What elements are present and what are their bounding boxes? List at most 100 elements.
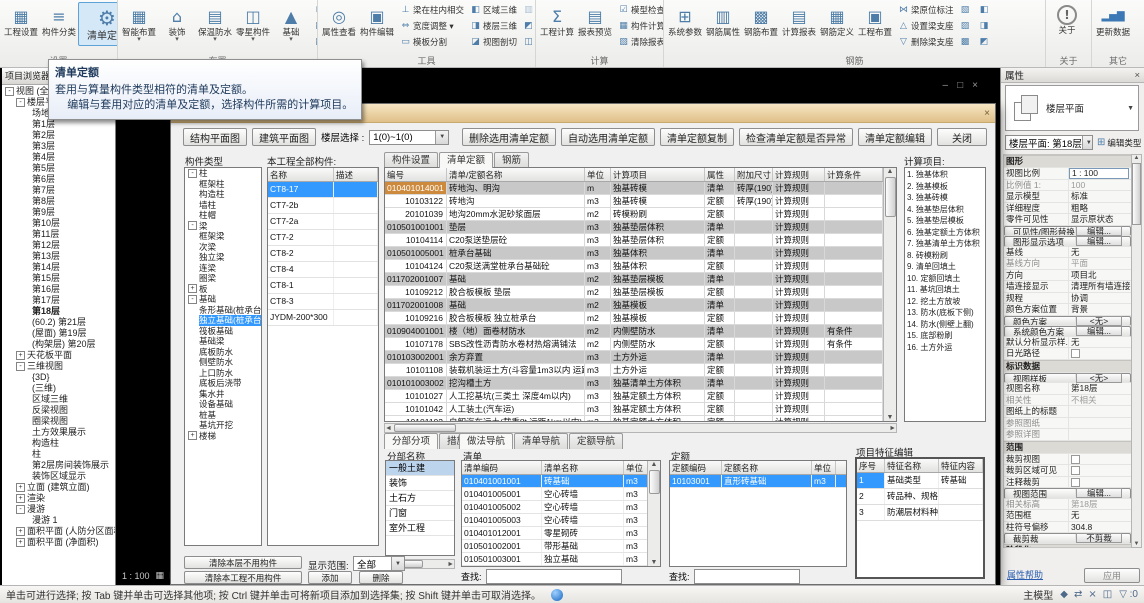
tree-item[interactable]: 框架柱 xyxy=(185,179,261,190)
calc-item[interactable]: 16. 土方外运 xyxy=(907,342,983,354)
component-row[interactable]: CT7-2 xyxy=(268,230,378,246)
restore-icon[interactable]: □ xyxy=(957,80,963,91)
expand-icon[interactable]: - xyxy=(188,221,197,230)
component-row[interactable]: CT8-4 xyxy=(268,262,378,278)
tree-item[interactable]: 圈梁视图 xyxy=(2,416,115,427)
quota-row[interactable]: 010501005001桩承台基础 m3独基体积 清单 计算规则 xyxy=(385,247,896,260)
tree-item[interactable]: +立面 (建筑立面) xyxy=(2,482,115,493)
feature-row[interactable]: 3防潮层材料种类 xyxy=(857,505,983,521)
tree-item[interactable]: (60.2) 第21层 xyxy=(2,317,115,328)
calc-item[interactable]: 5. 独基垫层模板 xyxy=(907,215,983,227)
tree-item[interactable]: 漫游 1 xyxy=(2,515,115,526)
quota-row[interactable]: 10103122砖地沟 m3独基砖模 定额砖厚(190) 计算规则 xyxy=(385,195,896,208)
tree-item[interactable]: 柱帽 xyxy=(185,210,261,221)
tree-item[interactable]: 第1层 xyxy=(2,119,115,130)
ribbon-small-button[interactable]: ▨ xyxy=(958,18,975,34)
tree-item[interactable]: 第13层 xyxy=(2,251,115,262)
ribbon-button[interactable]: ▲基础▾ xyxy=(272,2,310,46)
quota-find-input[interactable] xyxy=(694,569,800,584)
tree-item[interactable]: +楼梯 xyxy=(185,431,261,442)
tab-list-nav[interactable]: 清单导航 xyxy=(514,433,568,449)
expand-icon[interactable]: - xyxy=(16,505,25,514)
component-row[interactable]: CT8-1 xyxy=(268,278,378,294)
calc-item[interactable]: 3. 独基砖模 xyxy=(907,192,983,204)
ribbon-small-button[interactable]: △设置梁支座 xyxy=(896,18,956,34)
scroll-thumb[interactable] xyxy=(394,424,456,432)
calc-item[interactable]: 10. 定额回填土 xyxy=(907,273,983,285)
ribbon-small-button[interactable]: ⊥梁在柱内相交 xyxy=(398,2,466,18)
architectural-plan-button[interactable]: 建筑平面图 xyxy=(252,128,316,146)
add-button[interactable]: 添加 xyxy=(308,571,352,584)
tree-item[interactable]: 第5层 xyxy=(2,163,115,174)
component-row[interactable]: CT8-3 xyxy=(268,294,378,310)
section-item[interactable]: 室外工程 xyxy=(386,521,454,536)
tree-item[interactable]: (构架层) 第20层 xyxy=(2,339,115,350)
tab-rebar[interactable]: 钢筋 xyxy=(494,152,529,168)
calc-item[interactable]: 6. 独基定额土方体积 xyxy=(907,227,983,239)
tree-item[interactable]: 设备基础 xyxy=(185,399,261,410)
tree-item[interactable]: 筏板基础 xyxy=(185,326,261,337)
tree-item[interactable]: {3D} xyxy=(2,372,115,383)
expand-icon[interactable]: + xyxy=(16,483,25,492)
tree-item[interactable]: 构造柱 xyxy=(185,189,261,200)
ribbon-button[interactable]: ◫零星构件▾ xyxy=(234,2,272,46)
ribbon-small-button[interactable]: ☑模型检查 xyxy=(616,2,664,18)
ribbon-small-button[interactable]: ▽删除梁支座 xyxy=(896,34,956,50)
calc-item[interactable]: 7. 独基清单土方体积 xyxy=(907,238,983,250)
tree-item[interactable]: 上口防水 xyxy=(185,368,261,379)
tree-item[interactable]: 第12层 xyxy=(2,240,115,251)
calc-item[interactable]: 9. 清单回填土 xyxy=(907,261,983,273)
list-row[interactable]: 010501002001带形基础m3 xyxy=(462,540,660,553)
tree-item[interactable]: (屋面) 第19层 xyxy=(2,328,115,339)
ribbon-button[interactable]: ▦智能布置▾ xyxy=(120,2,158,46)
status-icon[interactable]: ⇄ xyxy=(1074,589,1082,600)
calc-item[interactable]: 11. 基坑回填土 xyxy=(907,284,983,296)
ribbon-small-button[interactable]: ◪视图剖切 xyxy=(468,34,519,50)
auto-quota-button[interactable]: 自动选用清单定额 xyxy=(561,128,655,146)
tab-method-nav[interactable]: 做法导航 xyxy=(459,433,513,449)
property-value[interactable]: 不剪裁 xyxy=(1076,533,1122,543)
expand-icon[interactable]: + xyxy=(16,494,25,503)
tree-item[interactable]: 次梁 xyxy=(185,242,261,253)
ribbon-small-button[interactable]: ⇔宽度调整 ▾ xyxy=(398,18,466,34)
property-value[interactable] xyxy=(1069,348,1131,359)
tree-item[interactable]: -三维视图 xyxy=(2,361,115,372)
property-value[interactable]: 平面 xyxy=(1069,258,1131,269)
expand-icon[interactable]: + xyxy=(188,431,197,440)
tree-item[interactable]: -漫游 xyxy=(2,504,115,515)
property-value[interactable]: 无 xyxy=(1069,247,1131,258)
close-icon[interactable]: × xyxy=(1134,70,1140,81)
ribbon-button[interactable]: ≡构件分类 xyxy=(40,2,78,46)
property-value[interactable]: 背景 xyxy=(1069,304,1131,315)
tree-item[interactable]: 墙柱 xyxy=(185,200,261,211)
property-value[interactable]: 第18层 xyxy=(1069,383,1131,394)
property-value[interactable] xyxy=(1069,477,1131,488)
tab-fenbu[interactable]: 分部分项 xyxy=(384,433,438,449)
quota-row[interactable]: 10104114C20泵送垫层砼 m3独基垫层体积 定额 计算规则 xyxy=(385,234,896,247)
ribbon-small-button[interactable]: ◧ xyxy=(977,2,994,18)
list-row[interactable]: 010501004001满堂基础m3 xyxy=(462,566,660,567)
edit-type-button[interactable]: ⊞编辑类型 xyxy=(1097,135,1141,150)
calc-item[interactable]: 14. 防水(侧壁上翻) xyxy=(907,319,983,331)
calc-item[interactable]: 8. 砖模粉刷 xyxy=(907,250,983,262)
ribbon-button[interactable]: ⌂装饰▾ xyxy=(158,2,196,46)
ribbon-button[interactable]: ▦工程设置 xyxy=(2,2,40,46)
tree-item[interactable]: -基础 xyxy=(185,294,261,305)
property-value[interactable]: 清理所有墙连接 xyxy=(1069,281,1131,292)
delete-button[interactable]: 删除 xyxy=(359,571,403,584)
property-value[interactable] xyxy=(1069,418,1131,429)
expand-icon[interactable]: - xyxy=(16,362,25,371)
calc-item[interactable]: 12. 挖土方放坡 xyxy=(907,296,983,308)
property-value[interactable]: 编辑... xyxy=(1076,236,1122,246)
quota-row[interactable]: 010401014001砖地沟、明沟 m独基砖模 清单砖厚(190) 计算规则 xyxy=(385,182,896,195)
property-value[interactable]: 标准 xyxy=(1069,191,1131,202)
scroll-up-icon[interactable]: ▲ xyxy=(1134,155,1140,161)
property-value[interactable]: 编辑... xyxy=(1076,488,1122,498)
quota-row[interactable]: 10101042人工装土(汽车运) m3独基定额土方体积 定额 计算规则 xyxy=(385,403,896,416)
chevron-down-icon[interactable]: ▼ xyxy=(1127,105,1134,112)
quota-row[interactable]: 10109216胶合板模板 独立桩承台 m2独基模板 定额 计算规则 xyxy=(385,312,896,325)
vertical-scrollbar[interactable]: ▲▼ xyxy=(1131,154,1142,548)
tree-item[interactable]: 第7层 xyxy=(2,185,115,196)
scroll-right-icon[interactable]: ► xyxy=(447,561,454,568)
tree-item[interactable]: 构造柱 xyxy=(2,438,115,449)
